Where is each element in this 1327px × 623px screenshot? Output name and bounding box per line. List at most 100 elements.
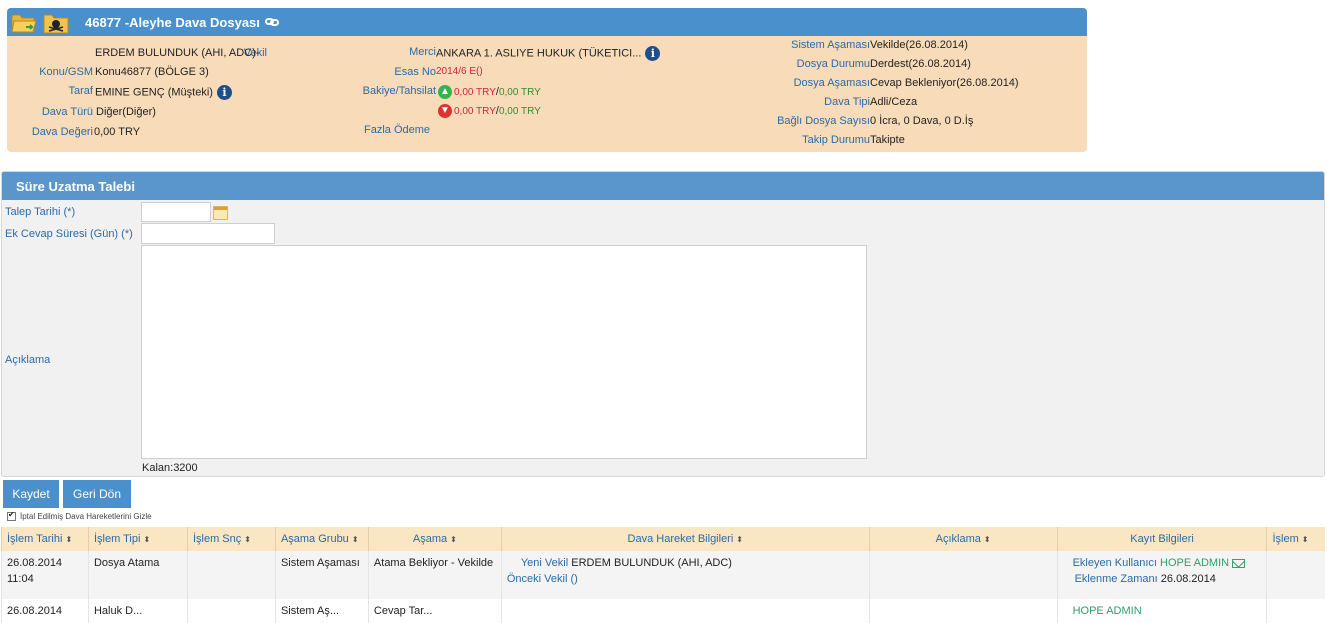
vekil-value[interactable]: ERDEM BULUNDUK (AHI, ADC)- (95, 47, 259, 59)
esas-label-wrap: Esas No (394, 66, 436, 78)
yeni-vekil-value: ERDEM BULUNDUK (AHI, ADC) (571, 557, 732, 569)
col-islem-snc[interactable]: İşlem Snç ⬍ (186, 527, 276, 551)
col-label: İşlem Tarihi (7, 533, 63, 545)
col-islem-tipi[interactable]: İşlem Tipi ⬍ (87, 527, 188, 551)
bakiye-label-wrap: Bakiye/Tahsilat (363, 85, 436, 97)
eklenme-zamani-value: 26.08.2014 (1160, 573, 1216, 585)
tahsilat-green-value: 0,00 TRY (498, 105, 541, 117)
fazla-odeme-wrap: Fazla Ödeme (364, 124, 430, 136)
cell-aciklama (868, 599, 1058, 623)
cell-asama-grubu: Sistem Aş... (274, 599, 369, 623)
aciklama-textarea[interactable] (141, 245, 867, 459)
dava-tipi-label: Dava Tipi (824, 96, 870, 108)
extension-request-form: Süre Uzatma Talebi Talep Tarihi (*) Ek C… (1, 171, 1325, 477)
cell-kayit-bilgileri: HOPE ADMIN (1056, 599, 1267, 623)
hide-cancelled-checkbox[interactable]: İptal Edilmiş Dava Hareketlerini Gizle (7, 510, 152, 522)
esas-value-wrap: 2014/6 E() (436, 65, 483, 77)
bakiye-tahsilat-label: Bakiye/Tahsilat (362, 85, 436, 97)
merci-label: Merci (409, 46, 436, 58)
cell-islem-tipi: Dosya Atama (87, 551, 188, 599)
col-asama[interactable]: Aşama ⬍ (367, 527, 502, 551)
mail-icon[interactable] (1232, 558, 1246, 568)
link-icon[interactable] (265, 16, 279, 28)
merci-value: ANKARA 1. ASLIYE HUKUK (TÜKETICI... (436, 47, 642, 60)
yeni-vekil-label: Yeni Vekil (520, 557, 569, 569)
cell-asama-grubu: Sistem Aşaması (274, 551, 369, 599)
case-title: 46877 -Aleyhe Dava Dosyası (85, 15, 260, 30)
case-actions-table: İşlem Tarihi ⬍ İşlem Tipi ⬍ İşlem Snç ⬍ Aşa… (1, 527, 1325, 623)
dava-tipi-value-wrap: Adli/Ceza (870, 96, 917, 108)
sort-icon[interactable]: ⬍ (65, 535, 72, 544)
calendar-icon[interactable] (213, 206, 228, 220)
konu-label-wrap: Konu/GSM (39, 66, 93, 78)
taraf-label: Taraf (68, 85, 93, 97)
sistem-asamasi-label-wrap: Sistem Aşaması (791, 39, 870, 51)
sistem-asamasi-value: Vekilde(26.08.2014) (870, 39, 968, 51)
talep-tarihi-input[interactable] (141, 202, 211, 222)
case-header-bar: 46877 -Aleyhe Dava Dosyası (7, 8, 1087, 36)
open-folder-icon[interactable] (11, 12, 37, 34)
col-asama-grubu[interactable]: Aşama Grubu ⬍ (274, 527, 369, 551)
dosya-asamasi-value: Cevap Bekleniyor(26.08.2014) (870, 77, 1019, 89)
cell-islem-tipi: Haluk D... (87, 599, 188, 623)
konu-value-wrap: Konu46877 (BÖLGE 3) (95, 66, 209, 78)
col-label: İşlem Snç (192, 533, 242, 545)
table-row[interactable]: 26.08.2014 Haluk D... Sistem Aş... Cevap… (1, 599, 1325, 623)
col-islem-tarihi[interactable]: İşlem Tarihi ⬍ (1, 527, 89, 551)
cell-islem-snc (186, 551, 276, 599)
sort-icon[interactable]: ⬍ (143, 535, 150, 544)
taraf-info-icon[interactable]: i (216, 85, 232, 100)
takip-durumu-label-wrap: Takip Durumu (802, 134, 870, 146)
onceki-vekil-value: () (570, 573, 578, 585)
sistem-asamasi-label: Sistem Aşaması (791, 39, 870, 51)
arrow-down-icon: ▼ (438, 104, 452, 118)
hide-cancelled-label: İptal Edilmiş Dava Hareketlerini Gizle (20, 512, 152, 521)
dava-tipi-value: Adli/Ceza (870, 96, 918, 108)
dosya-durumu-value: Derdest(26.08.2014) (870, 58, 971, 70)
folder-danger-icon[interactable] (43, 12, 69, 34)
ekleyen-kullanici-value[interactable]: HOPE ADMIN (1073, 605, 1142, 617)
back-button[interactable]: Geri Dön (63, 480, 131, 508)
sort-icon[interactable]: ⬍ (450, 535, 457, 544)
takip-durumu-label: Takip Durumu (802, 134, 870, 146)
konu-value: Konu46877 (BÖLGE 3) (95, 66, 209, 78)
merci-info-icon[interactable]: i (645, 46, 661, 61)
cell-kayit-bilgileri: Ekleyen Kullanıcı HOPE ADMIN Eklenme Zam… (1056, 551, 1267, 599)
ek-cevap-suresi-input[interactable] (141, 223, 275, 244)
dosya-asamasi-label: Dosya Aşaması (793, 77, 870, 89)
col-islem[interactable]: İşlem ⬍ (1266, 527, 1325, 551)
onceki-vekil-label: Önceki Vekil (506, 573, 568, 585)
merci-label-wrap: Merci (409, 46, 436, 58)
sort-icon[interactable]: ⬍ (352, 535, 359, 544)
sort-icon[interactable]: ⬍ (244, 535, 251, 544)
eklenme-zamani-label: Eklenme Zamanı (1074, 573, 1158, 585)
talep-tarihi-label: Talep Tarihi (*) (5, 206, 76, 218)
bagli-dosya-label-wrap: Bağlı Dosya Sayısı (777, 115, 870, 127)
merci-value-wrap: ANKARA 1. ASLIYE HUKUK (TÜKETICI... i (436, 46, 661, 61)
dosya-asamasi-label-wrap: Dosya Aşaması (794, 77, 870, 89)
cell-islem-tarihi: 26.08.2014 (1, 599, 89, 623)
checkbox-checked-icon[interactable] (7, 510, 16, 522)
sort-icon[interactable]: ⬍ (1302, 535, 1309, 544)
sistem-asamasi-value-wrap: Vekilde(26.08.2014) (870, 39, 968, 51)
dava-turu-value: Diğer(Diğer) (96, 106, 156, 118)
sort-icon[interactable]: ⬍ (984, 535, 991, 544)
remaining-chars: Kalan:3200 (142, 462, 198, 474)
dava-degeri-label: Dava Değeri (31, 126, 93, 138)
ekleyen-kullanici-label: Ekleyen Kullanıcı (1072, 557, 1157, 569)
aciklama-label: Açıklama (5, 354, 51, 366)
col-label: Aşama Grubu (280, 533, 349, 545)
dosya-durumu-value-wrap: Derdest(26.08.2014) (870, 58, 971, 70)
bakiye-red-value: 0,00 TRY (454, 86, 496, 98)
takip-durumu-value-wrap: Takipte (870, 134, 905, 146)
bakiye-row-1: ▲ 0,00 TRY/0,00 TRY (436, 85, 541, 99)
ekleyen-kullanici-value[interactable]: HOPE ADMIN (1160, 557, 1229, 569)
save-button[interactable]: Kaydet (3, 480, 59, 508)
col-aciklama[interactable]: Açıklama ⬍ (868, 527, 1058, 551)
cell-islem (1266, 599, 1325, 623)
sort-icon[interactable]: ⬍ (736, 535, 743, 544)
dava-degeri-value: 0,00 TRY (94, 126, 141, 138)
esas-no-label: Esas No (394, 66, 436, 78)
col-dava-hareket-bilgileri[interactable]: Dava Hareket Bilgileri ⬍ (500, 527, 870, 551)
table-row[interactable]: 26.08.2014 11:04 Dosya Atama Sistem Aşama… (1, 551, 1325, 599)
